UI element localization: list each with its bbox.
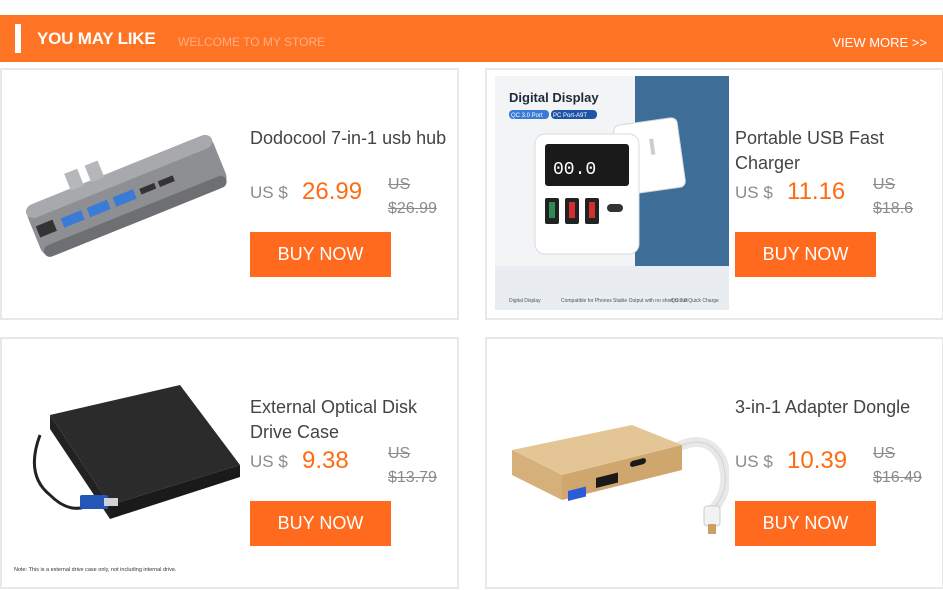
product-name[interactable]: Dodocool 7-in-1 usb hub [250, 126, 450, 151]
original-price-currency: US [388, 176, 411, 193]
product-card[interactable]: 3-in-1 Adapter Dongle US $ 10.39 US $16.… [485, 337, 943, 589]
section-banner: YOU MAY LIKE WELCOME TO MY STORE VIEW MO… [0, 15, 943, 62]
product-card[interactable]: Note: This is a external drive case only… [0, 337, 459, 589]
price-currency: US $ [250, 183, 288, 202]
image-heading: Digital Display [509, 90, 599, 105]
product-price: 9.38 [302, 447, 349, 474]
product-name[interactable]: 3-in-1 Adapter Dongle [735, 395, 935, 420]
product-name[interactable]: Portable USB Fast Charger [735, 126, 935, 176]
usb-charger-image[interactable]: Digital Display QC 3.0 Port PC Port-A9T … [495, 76, 729, 310]
optical-drive-case-image[interactable]: Note: This is a external drive case only… [10, 345, 244, 579]
section-title: YOU MAY LIKE [37, 29, 156, 48]
buy-now-button[interactable]: BUY NOW [250, 501, 391, 546]
buy-now-button[interactable]: BUY NOW [735, 501, 876, 546]
price-currency: US $ [735, 183, 773, 202]
product-price: 11.16 [787, 178, 846, 205]
product-price: 10.39 [787, 447, 848, 474]
view-more-link[interactable]: VIEW MORE >> [832, 35, 927, 50]
usb-hub-image[interactable] [10, 76, 244, 310]
original-price-currency: US [388, 445, 411, 462]
buy-now-button[interactable]: BUY NOW [735, 232, 876, 277]
image-feature: Digital Display [509, 298, 541, 304]
svg-text:00.0: 00.0 [553, 160, 596, 180]
image-feature: Compatible for Phones [561, 298, 612, 304]
image-feature: QC 3.0 Quick Charge [671, 298, 719, 304]
section-subtitle: WELCOME TO MY STORE [178, 35, 326, 49]
original-price-currency: US [873, 445, 896, 462]
buy-now-button[interactable]: BUY NOW [250, 232, 391, 277]
image-note: Note: This is a external drive case only… [14, 567, 177, 573]
banner-accent-bar [15, 24, 21, 53]
price-currency: US $ [735, 452, 773, 471]
image-tag: PC Port-A9T [553, 113, 587, 119]
usb-c-adapter-image[interactable] [495, 345, 729, 579]
image-tag: QC 3.0 Port [511, 113, 543, 119]
product-card[interactable]: Dodocool 7-in-1 usb hub US $ 26.99 US $2… [0, 68, 459, 320]
original-price: $13.79 [388, 469, 437, 486]
product-name[interactable]: External Optical Disk Drive Case [250, 395, 450, 445]
original-price: $16.49 [873, 469, 922, 486]
product-card[interactable]: Digital Display QC 3.0 Port PC Port-A9T … [485, 68, 943, 320]
price-currency: US $ [250, 452, 288, 471]
original-price: $18.6 [873, 200, 914, 217]
original-price: $26.99 [388, 200, 437, 217]
product-price: 26.99 [302, 178, 363, 205]
original-price-currency: US [873, 176, 896, 193]
